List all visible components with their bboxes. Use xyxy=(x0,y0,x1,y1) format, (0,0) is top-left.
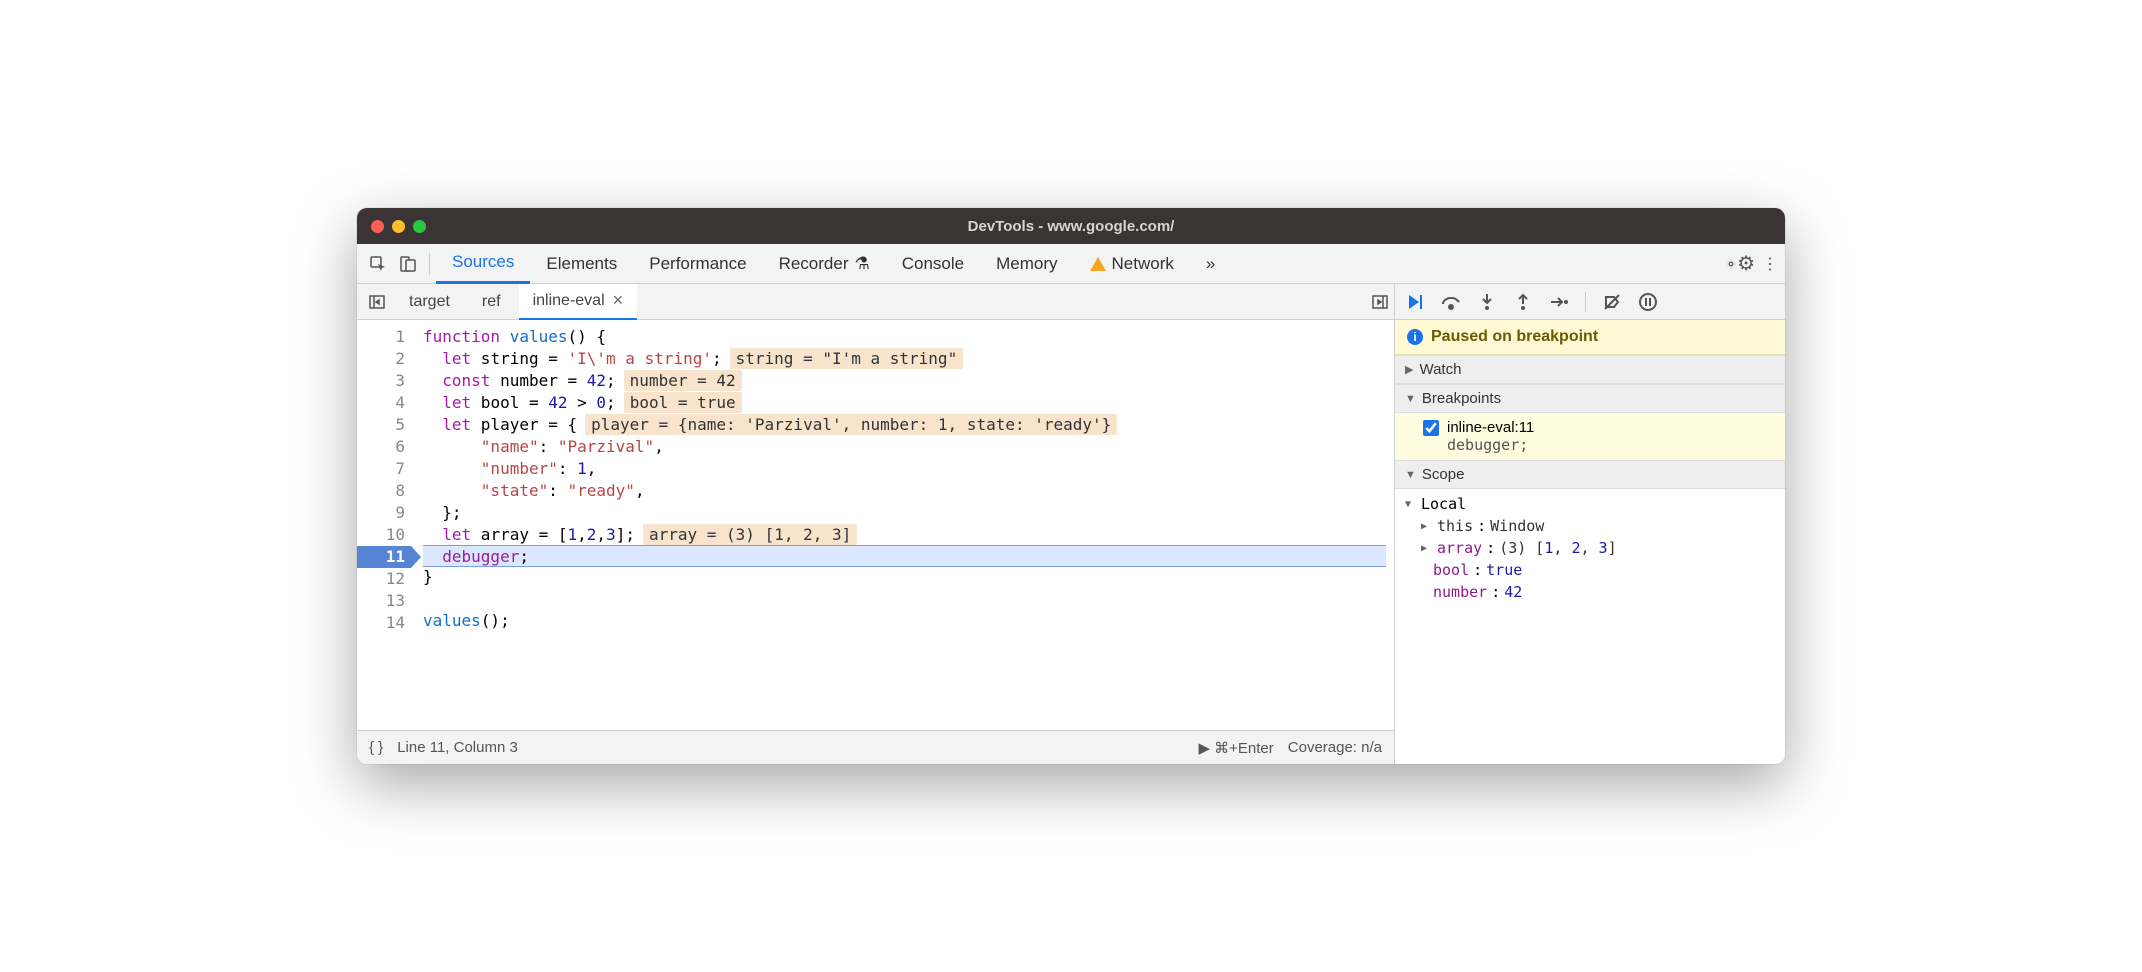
debugger-toolbar xyxy=(1395,284,1785,320)
scope-section-header[interactable]: ▼ Scope xyxy=(1395,460,1785,489)
more-options-icon[interactable] xyxy=(1366,288,1394,316)
step-button[interactable] xyxy=(1547,290,1571,314)
separator xyxy=(429,253,430,275)
window-title: DevTools - www.google.com/ xyxy=(357,218,1785,235)
scope-var-array[interactable]: ▶ array: (3) [1, 2, 3] xyxy=(1405,537,1775,559)
scope-var-number: number: 42 xyxy=(1405,581,1775,603)
info-icon: i xyxy=(1407,329,1423,345)
cursor-position: Line 11, Column 3 xyxy=(397,739,518,756)
minimize-window-button[interactable] xyxy=(392,220,405,233)
tab-recorder[interactable]: Recorder⚗ xyxy=(763,244,886,284)
scope-content: ▼ Local ▶ this: Window ▶ array: (3) [1, … xyxy=(1395,489,1785,607)
scope-var-bool: bool: true xyxy=(1405,559,1775,581)
line-gutter[interactable]: 1234567891011121314 xyxy=(357,320,415,730)
tab-sources[interactable]: Sources xyxy=(436,244,530,284)
inspect-element-icon[interactable] xyxy=(363,249,393,279)
debugger-sidebar: i Paused on breakpoint ▶ Watch ▼ Breakpo… xyxy=(1395,284,1785,764)
tab-memory[interactable]: Memory xyxy=(980,244,1073,284)
collapse-icon: ▼ xyxy=(1405,499,1417,510)
breakpoint-label: inline-eval:11 xyxy=(1447,419,1534,436)
step-over-button[interactable] xyxy=(1439,290,1463,314)
expand-icon: ▶ xyxy=(1421,543,1433,554)
devtools-window: DevTools - www.google.com/ Sources Eleme… xyxy=(357,208,1785,764)
warning-icon xyxy=(1090,257,1106,271)
scope-var-this[interactable]: ▶ this: Window xyxy=(1405,515,1775,537)
collapse-icon: ▼ xyxy=(1405,469,1416,481)
collapse-icon: ▼ xyxy=(1405,393,1416,405)
code-content[interactable]: function values() { let string = 'I\'m a… xyxy=(415,320,1394,730)
expand-icon: ▶ xyxy=(1421,521,1433,532)
device-toolbar-icon[interactable] xyxy=(393,249,423,279)
tab-performance[interactable]: Performance xyxy=(633,244,762,284)
step-out-button[interactable] xyxy=(1511,290,1535,314)
window-controls xyxy=(371,220,426,233)
resume-button[interactable] xyxy=(1403,290,1427,314)
pause-exceptions-button[interactable] xyxy=(1636,290,1660,314)
maximize-window-button[interactable] xyxy=(413,220,426,233)
run-snippet-hint: ▶ ⌘+Enter xyxy=(1198,739,1273,757)
navigator-toggle-icon[interactable] xyxy=(363,288,391,316)
expand-icon: ▶ xyxy=(1405,363,1413,376)
editor-statusbar: { } Line 11, Column 3 ▶ ⌘+Enter Coverage… xyxy=(357,730,1394,764)
step-into-button[interactable] xyxy=(1475,290,1499,314)
breakpoints-section-header[interactable]: ▼ Breakpoints xyxy=(1395,384,1785,413)
breakpoint-item[interactable]: inline-eval:11 debugger; xyxy=(1395,413,1785,460)
tab-console[interactable]: Console xyxy=(886,244,980,284)
more-tabs-button[interactable]: » xyxy=(1190,244,1231,284)
paused-banner: i Paused on breakpoint xyxy=(1395,320,1785,355)
coverage-status: Coverage: n/a xyxy=(1288,739,1382,756)
breakpoint-code: debugger; xyxy=(1423,436,1775,454)
code-editor[interactable]: 1234567891011121314 function values() { … xyxy=(357,320,1394,730)
file-tab-target[interactable]: target xyxy=(395,284,464,320)
close-tab-icon[interactable]: × xyxy=(613,290,624,311)
deactivate-breakpoints-button[interactable] xyxy=(1600,290,1624,314)
settings-icon[interactable]: ⚙ xyxy=(1725,249,1755,279)
scope-local-header[interactable]: ▼ Local xyxy=(1405,493,1775,515)
file-tabs: target ref inline-eval × xyxy=(357,284,1394,320)
separator xyxy=(1585,292,1586,312)
watch-section-header[interactable]: ▶ Watch xyxy=(1395,355,1785,384)
panel-tabs: Sources Elements Performance Recorder⚗ C… xyxy=(357,244,1785,284)
sources-panel: target ref inline-eval × 123456789101112… xyxy=(357,284,1395,764)
tab-network[interactable]: Network xyxy=(1074,244,1190,284)
titlebar: DevTools - www.google.com/ xyxy=(357,208,1785,244)
breakpoint-checkbox[interactable] xyxy=(1423,420,1439,436)
close-window-button[interactable] xyxy=(371,220,384,233)
tab-elements[interactable]: Elements xyxy=(530,244,633,284)
kebab-menu-icon[interactable]: ⋮ xyxy=(1755,249,1785,279)
file-tab-inline-eval[interactable]: inline-eval × xyxy=(519,284,638,320)
file-tab-ref[interactable]: ref xyxy=(468,284,515,320)
pretty-print-button[interactable]: { } xyxy=(369,739,383,756)
flask-icon: ⚗ xyxy=(855,254,870,274)
